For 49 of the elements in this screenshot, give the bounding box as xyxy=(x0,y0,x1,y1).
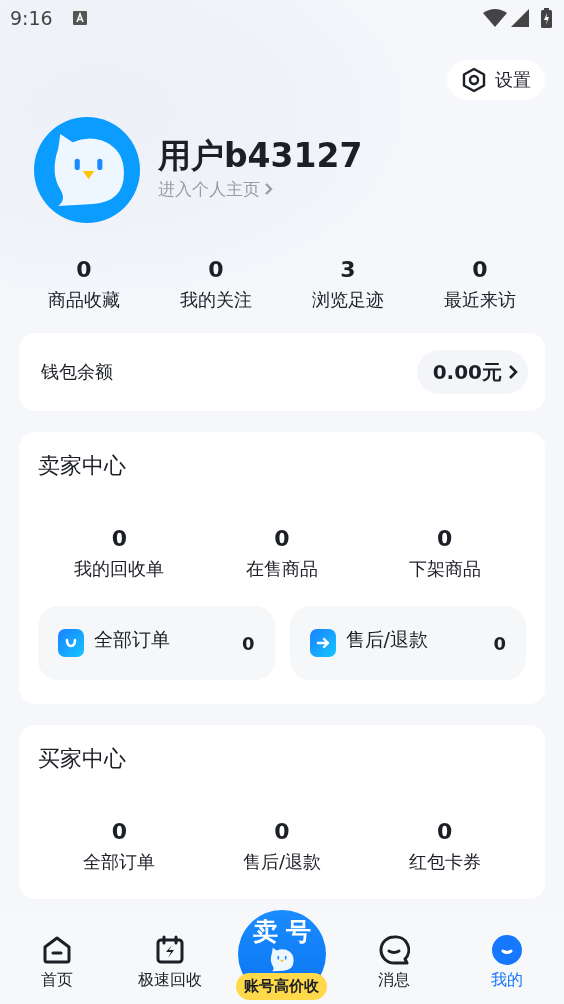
tab-item[interactable]: 我的 xyxy=(450,912,563,1004)
stat-label[interactable]: 红包卡券 xyxy=(408,849,481,875)
settings-button[interactable]: 设置 xyxy=(447,60,545,100)
keyboard-indicator-icon xyxy=(72,11,87,25)
shortcut-button[interactable]: 全部订单 0 xyxy=(38,606,275,680)
tab-item[interactable]: 极速回收 xyxy=(113,912,226,1004)
stat-label[interactable]: 全部订单 xyxy=(83,849,156,875)
stat-label[interactable]: 我的关注 xyxy=(180,287,252,313)
stat-value: 3 xyxy=(340,257,356,283)
shortcut-count: 0 xyxy=(241,632,255,654)
sell-badge: 账号高价收 xyxy=(236,973,328,1000)
stat-value: 0 xyxy=(274,526,290,552)
stat-value: 0 xyxy=(76,257,92,283)
stat-label[interactable]: 最近来访 xyxy=(444,287,516,313)
chat-bubble-icon xyxy=(378,934,411,966)
stat-value: 0 xyxy=(111,819,127,845)
battery-icon xyxy=(541,8,552,28)
stat-label[interactable]: 商品收藏 xyxy=(48,287,120,313)
stat-label[interactable]: 下架商品 xyxy=(408,556,481,582)
wifi-icon xyxy=(483,9,507,27)
home-icon xyxy=(41,934,74,966)
tab-item[interactable]: 首页 xyxy=(1,912,114,1004)
bird-logo-icon xyxy=(269,947,295,972)
stat-label[interactable]: 在售商品 xyxy=(246,556,318,582)
settings-icon xyxy=(461,67,487,93)
smile-circle-icon xyxy=(490,934,523,966)
stat-value: 0 xyxy=(472,257,488,283)
user-name: 用户b43127 xyxy=(158,135,363,176)
chevron-right-icon xyxy=(508,364,518,380)
chevron-right-icon xyxy=(264,182,273,196)
stat-value: 0 xyxy=(274,819,290,845)
section-title: 卖家中心 xyxy=(38,452,127,480)
signal-icon xyxy=(511,9,529,27)
stat-value: 0 xyxy=(437,819,453,845)
status-time: 9:16 xyxy=(10,7,53,29)
stat-label[interactable]: 售后/退款 xyxy=(242,849,322,875)
section-title: 买家中心 xyxy=(38,745,127,773)
shortcut-count: 0 xyxy=(493,632,506,654)
wallet-card[interactable]: 钱包余额 0.00元 xyxy=(19,333,545,411)
wallet-label: 钱包余额 xyxy=(41,360,113,384)
wallet-amount[interactable]: 0.00元 xyxy=(416,350,528,394)
stat-value: 0 xyxy=(437,526,453,552)
stat-label[interactable]: 我的回收单 xyxy=(74,556,165,582)
stat-label[interactable]: 浏览足迹 xyxy=(312,287,384,313)
tab-item[interactable]: 消息 xyxy=(338,912,451,1004)
bag-icon xyxy=(58,629,84,657)
stat-value: 0 xyxy=(111,526,127,552)
shortcut-button[interactable]: 售后/退款 0 xyxy=(289,606,526,680)
stat-value: 0 xyxy=(208,257,224,283)
